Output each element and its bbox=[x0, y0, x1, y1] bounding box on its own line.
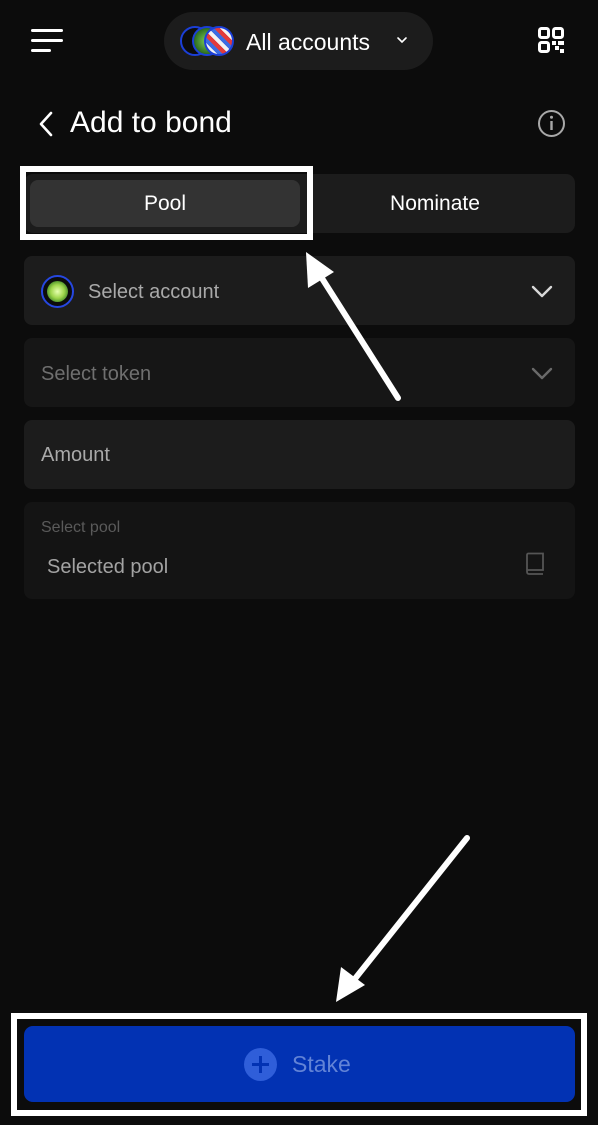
qr-code-icon[interactable] bbox=[538, 27, 564, 53]
page-title: Add to bond bbox=[70, 106, 232, 139]
stake-button-highlight bbox=[11, 1013, 587, 1116]
account-avatars-icon bbox=[180, 24, 236, 58]
select-pool-field[interactable]: Select pool Selected pool bbox=[24, 502, 575, 599]
account-selector-label: All accounts bbox=[246, 29, 371, 55]
info-circle-icon[interactable] bbox=[537, 109, 566, 138]
pool-tab-highlight bbox=[20, 166, 313, 240]
select-token-field[interactable]: Select token bbox=[24, 338, 575, 407]
tab-nominate[interactable]: Nominate bbox=[300, 180, 570, 227]
select-account-field[interactable]: Select account bbox=[24, 256, 575, 325]
amount-placeholder: Amount bbox=[41, 444, 110, 466]
arrow-to-stake-button bbox=[336, 835, 470, 1002]
chevron-down-icon bbox=[397, 37, 407, 44]
select-account-placeholder: Select account bbox=[88, 281, 220, 303]
account-avatar bbox=[41, 275, 74, 308]
hamburger-menu-icon[interactable] bbox=[31, 29, 63, 53]
account-selector[interactable]: All accounts bbox=[164, 12, 433, 70]
amount-input[interactable]: Amount bbox=[24, 420, 575, 489]
chevron-left-icon[interactable] bbox=[38, 110, 54, 138]
selected-pool-value: Selected pool bbox=[47, 556, 169, 578]
select-token-placeholder: Select token bbox=[41, 363, 152, 385]
chevron-down-icon bbox=[531, 367, 553, 380]
select-pool-label: Select pool bbox=[41, 519, 121, 536]
book-icon[interactable] bbox=[524, 552, 545, 576]
chevron-down-icon bbox=[531, 285, 553, 298]
